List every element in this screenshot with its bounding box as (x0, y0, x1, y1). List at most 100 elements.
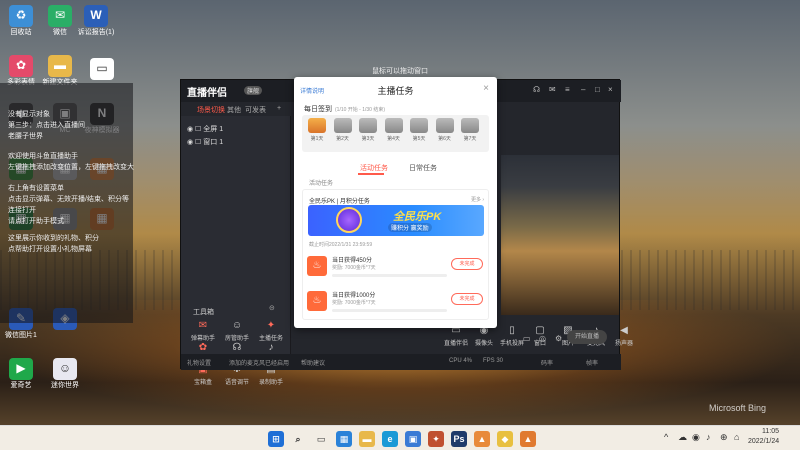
task-progress (332, 309, 447, 312)
app-orange-icon[interactable]: ▲ (520, 431, 536, 447)
day-label: 第3天 (361, 136, 375, 142)
medal-icon (336, 207, 362, 233)
store-icon[interactable]: ▣ (405, 431, 421, 447)
control-label: 直播伴侣 (443, 341, 468, 347)
desktop-icon-label: 微信 (53, 29, 67, 36)
note-line: 请点打开助手模式 (8, 218, 64, 225)
mail-icon[interactable]: ✉ (549, 85, 556, 94)
desktop-icon-label: 爱奇艺 (10, 382, 32, 389)
day-label: 第1天 (310, 136, 324, 142)
app-icon: W (84, 5, 108, 27)
checkin-day[interactable]: 第6天 (434, 118, 456, 142)
source-control[interactable]: ▭ 直播伴侣 (441, 325, 471, 347)
settings-icon[interactable]: ⚙ (555, 334, 562, 343)
app-icon: ☺ (53, 358, 77, 380)
tool-icon: ✦ (266, 320, 276, 331)
volume-icon[interactable]: ♪ (706, 432, 711, 442)
cpu-stat: CPU 4% (449, 358, 473, 364)
widgets-icon[interactable]: ▦ (336, 431, 352, 447)
source-control[interactable]: ◉ 摄像头 (469, 325, 499, 347)
minimize-icon[interactable]: – (581, 85, 585, 94)
tab-publish[interactable]: 可发表 (245, 105, 266, 115)
tool-item[interactable]: ☺ 房管助手 (221, 320, 253, 342)
app-game-icon[interactable]: ✦ (428, 431, 444, 447)
file-explorer-icon[interactable]: ▬ (359, 431, 375, 447)
checkin-day[interactable]: 第4天 (383, 118, 405, 142)
help-link[interactable]: 帮助建议 (301, 358, 325, 367)
source-control[interactable]: ◀ 扬声器 (609, 325, 639, 347)
windows-start-icon[interactable]: ⊞ (268, 431, 284, 447)
eye-icon[interactable]: ◎ (539, 334, 546, 343)
edge-icon[interactable]: e (382, 431, 398, 447)
tray-overflow-icon[interactable]: ^ (664, 432, 668, 442)
desktop-icon-label: 迷你世界 (51, 382, 79, 389)
pk-banner[interactable]: 全民乐PK 赚积分 赢奖励 (308, 205, 484, 236)
record-icon[interactable]: ◉ (692, 432, 700, 443)
desktop-icon[interactable]: ☺ 迷你世界 (45, 358, 85, 390)
menu-icon[interactable]: ≡ (565, 85, 570, 94)
clock-date[interactable]: 2022/1/24 (748, 438, 779, 445)
task-row: ♨ 当日获得1000分 奖励: 7000金币*7天 未完成 (307, 287, 485, 321)
task-view-icon[interactable]: ▭ (313, 431, 329, 447)
app-icon: ▭ (90, 58, 114, 80)
task-card: 全民乐PK | 月积分任务 更多 › 全民乐PK 赚积分 赢奖励 截止时间202… (302, 189, 489, 320)
tool-icon: ✉ (198, 320, 208, 331)
network-icon[interactable]: ⊕ (720, 432, 728, 443)
control-label: 扬声器 (614, 341, 633, 347)
desktop-icon[interactable]: W 诉讼报告(1) (76, 5, 116, 37)
task-status-button[interactable]: 未完成 (451, 258, 483, 270)
note-line: 没有显示对象 (8, 111, 50, 118)
tab-event-tasks[interactable]: 活动任务 (360, 163, 388, 173)
start-live-button[interactable]: 开始直播 (567, 330, 607, 344)
chest-icon (384, 118, 403, 133)
headset-icon[interactable]: ☊ (533, 85, 540, 94)
checkin-day[interactable]: 第5天 (408, 118, 430, 142)
checkin-day[interactable]: 第2天 (332, 118, 354, 142)
search-icon[interactable]: ⌕ (290, 431, 306, 447)
checkin-day[interactable]: 第1天 (306, 118, 328, 142)
tool-item[interactable]: ✦ 主播任务 (255, 320, 287, 342)
maximize-icon[interactable]: □ (595, 85, 600, 94)
toolbox-more-icon[interactable]: ⊝ (269, 304, 275, 312)
input-icon[interactable]: ⌂ (734, 432, 739, 442)
gift-settings-link[interactable]: 礼物设置 (187, 358, 211, 367)
desktop-icon[interactable]: ▶ 爱奇艺 (1, 358, 41, 390)
note-line: 第三步：点击进入直播间 (8, 122, 85, 129)
day-label: 第7天 (463, 136, 477, 142)
tab-daily-tasks[interactable]: 日常任务 (409, 163, 437, 173)
task-status-button[interactable]: 未完成 (451, 293, 483, 305)
tab-other[interactable]: 其他 (227, 105, 241, 115)
clock-time[interactable]: 11:05 (762, 428, 779, 435)
card-more-link[interactable]: 更多 › (471, 196, 484, 203)
tab-scene-switch[interactable]: 场景切换 (197, 105, 225, 115)
checkin-day[interactable]: 第3天 (357, 118, 379, 142)
task-name: 当日获得450分 (332, 258, 373, 264)
scene-item[interactable]: ◉ ☐ 窗口 1 (187, 137, 223, 147)
app-color-icon[interactable]: ◆ (497, 431, 513, 447)
taskbar: ⊞ ⌕ ▭ ▦ ▬ e ▣ ✦ Ps ▲ ◆ ▲ ^ ☁ ◉ ♪ ⊕ ⌂ 11:05 2022/1/24 (0, 425, 800, 450)
desktop-icon[interactable]: ✉ 微信 (40, 5, 80, 37)
close-icon[interactable]: × (608, 85, 613, 94)
live-preview[interactable] (501, 155, 619, 315)
day-label: 第5天 (412, 136, 426, 142)
tool-label: 录制助手 (258, 380, 283, 386)
tool-item[interactable]: ✉ 弹幕助手 (187, 320, 219, 342)
task-reward: 奖励: 7000金币*7天 (332, 265, 376, 271)
add-scene-icon[interactable]: + (277, 105, 281, 112)
tool-icon: ☺ (231, 320, 243, 331)
card-title: 全民乐PK | 月积分任务 (309, 199, 370, 205)
modal-close-icon[interactable]: × (483, 83, 489, 94)
modal-title: 主播任务 (377, 86, 414, 96)
active-tab-indicator (358, 173, 384, 175)
checkin-day[interactable]: 第7天 (459, 118, 481, 142)
camera-icon[interactable]: ▭ (523, 334, 531, 343)
control-label: 手机投屏 (499, 341, 524, 347)
desktop-icon[interactable]: ♻ 回收站 (1, 5, 41, 37)
task-row: ♨ 当日获得450分 奖励: 7000金币*7天 未完成 (307, 252, 485, 286)
desktop-icon[interactable]: ▭ (82, 58, 122, 82)
checkin-title-text: 每日签到 (304, 106, 332, 113)
photoshop-icon[interactable]: Ps (451, 431, 467, 447)
cloud-icon[interactable]: ☁ (678, 432, 687, 443)
streamer-app-icon[interactable]: ▲ (474, 431, 490, 447)
scene-item[interactable]: ◉ ☐ 全屏 1 (187, 124, 223, 134)
